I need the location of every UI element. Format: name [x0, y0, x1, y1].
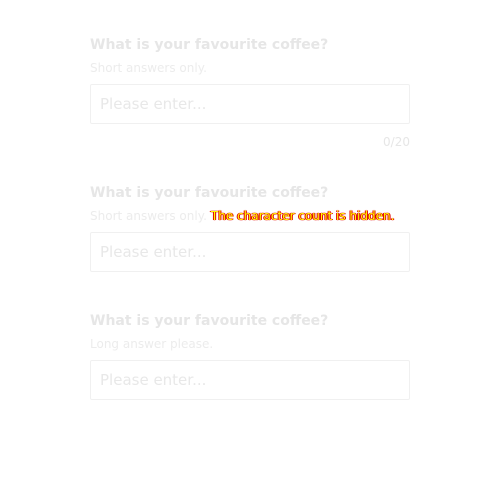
hint-text: Long answer please. — [90, 337, 214, 351]
question-title: What is your favourite coffee? — [90, 313, 329, 329]
coffee-input-2[interactable] — [90, 232, 410, 272]
question-hint: Short answers only. The character count i… — [90, 208, 410, 224]
question-title: What is your favourite coffee? — [90, 185, 329, 201]
character-counter: 0/20 — [383, 135, 410, 149]
coffee-question-2: What is your favourite coffee? Short ans… — [90, 184, 410, 272]
coffee-question-1: What is your favourite coffee? Short ans… — [90, 36, 410, 150]
coffee-input-3[interactable] — [90, 360, 410, 400]
hidden-count-note: The character count is hidden. — [210, 209, 395, 223]
question-hint: Long answer please. — [90, 336, 410, 352]
hint-text: Short answers only. — [90, 209, 207, 223]
hint-text: Short answers only. — [90, 61, 207, 75]
question-title: What is your favourite coffee? — [90, 37, 329, 53]
question-hint: Short answers only. — [90, 60, 410, 76]
coffee-input-1[interactable] — [90, 84, 410, 124]
coffee-question-3: What is your favourite coffee? Long answ… — [90, 312, 410, 400]
